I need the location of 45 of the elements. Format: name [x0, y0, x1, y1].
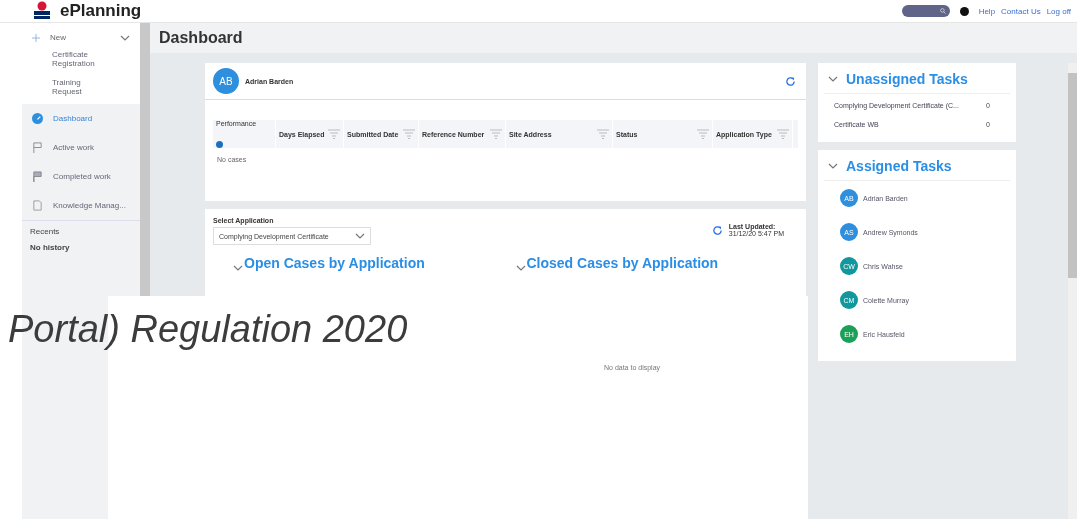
new-menu-button[interactable]: New	[22, 23, 140, 50]
scrollbar-thumb[interactable]	[1068, 73, 1077, 278]
refresh-icon[interactable]	[711, 224, 723, 236]
submenu-item[interactable]: Training Request	[52, 78, 112, 96]
filter-icon[interactable]	[403, 129, 415, 139]
section-title[interactable]: Open Cases by Application	[244, 255, 425, 271]
panel-title[interactable]: Unassigned Tasks	[846, 71, 968, 87]
search-icon	[939, 8, 946, 14]
document-icon	[32, 200, 43, 211]
submenu-item[interactable]: Certificate Registration	[52, 50, 112, 68]
user-avatar: AB	[213, 68, 239, 94]
plus-icon	[32, 33, 40, 42]
chevron-down-icon	[120, 34, 130, 41]
chevron-down-icon	[233, 265, 243, 271]
flag-icon	[32, 171, 43, 182]
waratah-logo	[32, 1, 52, 21]
gauge-icon	[32, 113, 43, 124]
header-link[interactable]: Log off	[1046, 6, 1071, 16]
page-title: Dashboard	[150, 23, 1077, 53]
recents-heading: Recents	[30, 227, 61, 236]
flag-icon	[32, 142, 43, 153]
panel-title[interactable]: Assigned Tasks	[846, 158, 952, 174]
filter-icon[interactable]	[597, 129, 609, 139]
info-icon[interactable]	[216, 141, 223, 148]
chevron-down-icon	[828, 76, 838, 82]
nav-item[interactable]: Active work	[22, 133, 140, 162]
recents-empty-text: No history	[30, 243, 71, 252]
nav-item[interactable]: Completed work	[22, 162, 140, 191]
chevron-down-icon	[828, 163, 838, 169]
caption-text: Portal) Regulation 2020	[8, 308, 408, 351]
nav-item[interactable]: Dashboard	[22, 104, 140, 133]
section-title[interactable]: Closed Cases by Application	[526, 255, 719, 271]
header-link[interactable]: Contact Us	[1001, 6, 1041, 16]
nav-item[interactable]: Knowledge Manag...	[22, 191, 140, 220]
scrollbar[interactable]	[140, 23, 150, 296]
filter-icon[interactable]	[328, 129, 340, 139]
filter-icon[interactable]	[777, 129, 789, 139]
refresh-icon[interactable]	[785, 75, 796, 87]
filter-icon[interactable]	[490, 129, 502, 139]
filter-icon[interactable]	[697, 129, 709, 139]
header-link[interactable]: Help	[978, 6, 996, 16]
search-field[interactable]	[901, 5, 950, 17]
chevron-down-icon	[515, 265, 526, 271]
app-title: ePlanning	[60, 1, 142, 21]
caret-icon	[355, 233, 365, 239]
